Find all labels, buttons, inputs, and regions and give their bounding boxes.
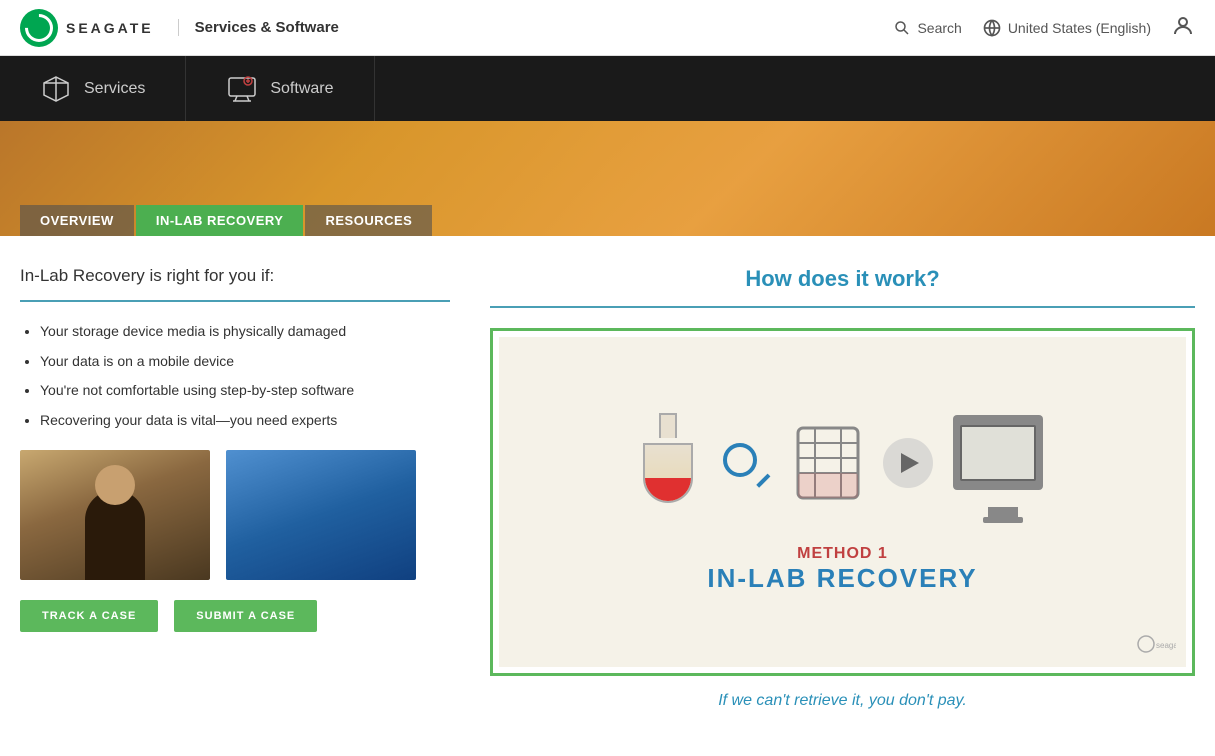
- monitor-screen: [960, 425, 1036, 481]
- tab-inlab-recovery[interactable]: IN-LAB RECOVERY: [136, 205, 304, 236]
- list-item: You're not comfortable using step-by-ste…: [40, 381, 450, 401]
- nav-bar: Services Software: [0, 56, 1215, 121]
- magnifier-icon: [723, 443, 773, 493]
- tagline: If we can't retrieve it, you don't pay.: [490, 692, 1195, 710]
- device-thumbnail: [226, 450, 416, 580]
- right-section-title: How does it work?: [490, 266, 1195, 292]
- display-icon: [226, 73, 258, 105]
- flask-neck: [659, 413, 677, 438]
- recovery-label: IN-LAB RECOVERY: [707, 563, 977, 594]
- flask-icon: [633, 413, 703, 503]
- user-icon[interactable]: [1171, 14, 1195, 41]
- header-right: Search United States (English): [893, 14, 1195, 41]
- header-left: SEAGATE Services & Software: [20, 9, 339, 47]
- tab-resources[interactable]: RESOURCES: [305, 205, 432, 236]
- bullet-list: Your storage device media is physically …: [20, 322, 450, 430]
- hero-tabs: OVERVIEW IN-LAB RECOVERY RESOURCES: [0, 205, 432, 236]
- hero-banner: OVERVIEW IN-LAB RECOVERY RESOURCES: [0, 121, 1215, 236]
- page-header: SEAGATE Services & Software Search Unite…: [0, 0, 1215, 56]
- left-section-title: In-Lab Recovery is right for you if:: [20, 266, 450, 286]
- svg-text:seagate: seagate: [1156, 641, 1176, 650]
- beaker-icon: [793, 423, 863, 503]
- seagate-logo[interactable]: SEAGATE: [20, 9, 154, 47]
- monitor-icon: [953, 415, 1053, 505]
- video-text: METHOD 1 IN-LAB RECOVERY: [707, 545, 977, 594]
- button-row: TRACK A CASE SUBMIT A CASE: [20, 600, 450, 632]
- method-label: METHOD 1: [707, 545, 977, 563]
- magnifier-handle: [756, 473, 770, 487]
- monitor-body: [953, 415, 1043, 490]
- user-profile-icon: [1171, 14, 1195, 38]
- monitor-base: [983, 517, 1023, 523]
- video-inner: METHOD 1 IN-LAB RECOVERY seagate: [499, 337, 1186, 667]
- main-content: In-Lab Recovery is right for you if: You…: [0, 236, 1215, 730]
- left-panel: In-Lab Recovery is right for you if: You…: [20, 266, 450, 710]
- nav-services-label: Services: [84, 80, 145, 98]
- nav-software-label: Software: [270, 80, 333, 98]
- cube-icon: [40, 73, 72, 105]
- search-button[interactable]: Search: [893, 19, 961, 37]
- seagate-watermark: seagate: [1136, 634, 1176, 657]
- submit-case-button[interactable]: SUBMIT A CASE: [174, 600, 317, 632]
- video-container[interactable]: METHOD 1 IN-LAB RECOVERY seagate: [490, 328, 1195, 676]
- globe-icon: [982, 18, 1002, 38]
- divider-right: [490, 306, 1195, 308]
- sidebar-item-services[interactable]: Services: [0, 56, 186, 121]
- monitor-stand: [988, 507, 1018, 517]
- flask-body: [643, 443, 693, 503]
- logo-text: SEAGATE: [66, 20, 154, 36]
- flask-liquid: [645, 478, 691, 500]
- list-item: Your data is on a mobile device: [40, 352, 450, 372]
- image-row: [20, 450, 450, 580]
- locale-label: United States (English): [1008, 20, 1151, 36]
- logo-icon: [20, 9, 58, 47]
- search-icon: [893, 19, 911, 37]
- sidebar-item-software[interactable]: Software: [186, 56, 374, 121]
- list-item: Your storage device media is physically …: [40, 322, 450, 342]
- header-nav-title: Services & Software: [178, 19, 339, 36]
- search-label: Search: [917, 20, 961, 36]
- track-case-button[interactable]: TRACK A CASE: [20, 600, 158, 632]
- play-button[interactable]: [883, 438, 933, 488]
- locale-selector[interactable]: United States (English): [982, 18, 1151, 38]
- list-item: Recovering your data is vital—you need e…: [40, 411, 450, 431]
- tab-overview[interactable]: OVERVIEW: [20, 205, 134, 236]
- video-icons: [633, 410, 1053, 505]
- magnifier-circle: [723, 443, 757, 477]
- divider-left: [20, 300, 450, 302]
- person-thumbnail: [20, 450, 210, 580]
- right-panel: How does it work?: [490, 266, 1195, 710]
